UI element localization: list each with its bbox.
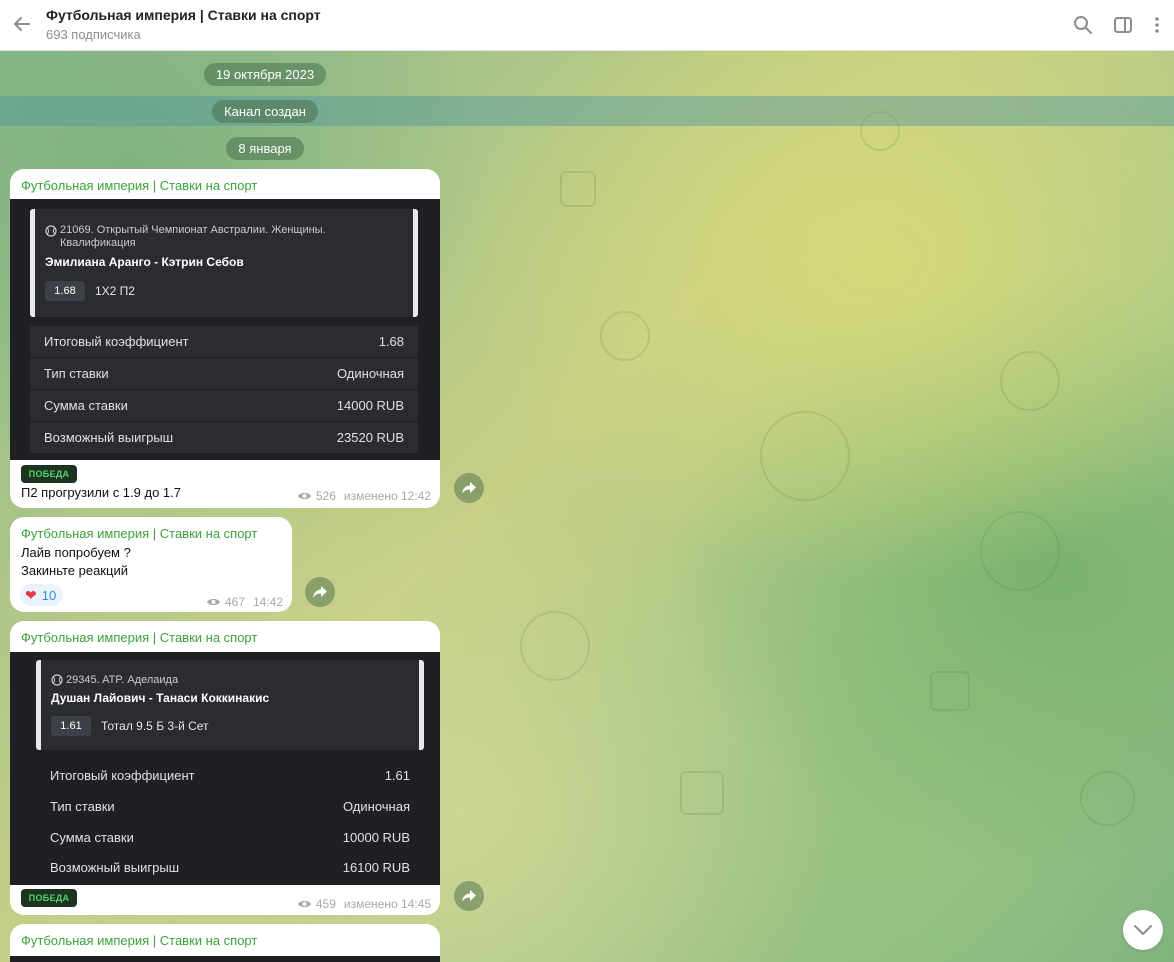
sidebar-toggle-button[interactable] bbox=[1110, 12, 1136, 38]
doodle-shape bbox=[930, 671, 970, 711]
eye-icon bbox=[297, 901, 311, 907]
message-time: изменено 14:45 bbox=[343, 897, 431, 911]
bet-card: 29345. ATP. Аделаида Душан Лайович - Тан… bbox=[36, 660, 424, 750]
reaction-count: 10 bbox=[41, 587, 57, 603]
summary-row: Тип ставки Одиночная bbox=[30, 358, 418, 389]
message-meta: 467 14:42 bbox=[206, 595, 283, 609]
message-author[interactable]: Футбольная империя | Ставки на спорт bbox=[21, 630, 257, 645]
doodle-shape bbox=[760, 411, 850, 501]
message-author[interactable]: Футбольная империя | Ставки на спорт bbox=[21, 526, 257, 541]
summary-row: Возможный выигрыш 16100 RUB bbox=[50, 860, 410, 875]
forward-button[interactable] bbox=[454, 473, 484, 503]
date-separator: 19 октября 2023 bbox=[0, 63, 530, 86]
scroll-down-button[interactable] bbox=[1123, 910, 1163, 950]
chat-header: Футбольная империя | Ставки на спорт 693… bbox=[0, 0, 1174, 51]
search-button[interactable] bbox=[1070, 12, 1096, 38]
message-text: Закиньте реакций bbox=[21, 563, 128, 578]
message-meta: 526 изменено 12:42 bbox=[297, 489, 431, 503]
message-bubble[interactable]: Футбольная империя | Ставки на спорт 210… bbox=[10, 169, 440, 508]
summary-row: Тип ставки Одиночная bbox=[50, 799, 410, 814]
tennis-ball-icon bbox=[45, 225, 57, 237]
service-message: Канал создан bbox=[0, 100, 530, 123]
bet-screenshot[interactable]: 29345. ATP. Аделаида Душан Лайович - Тан… bbox=[10, 652, 440, 885]
doodle-shape bbox=[1000, 351, 1060, 411]
summary-row: Итоговый коэффициент 1.68 bbox=[30, 326, 418, 357]
market-label: 1X2 П2 bbox=[95, 284, 135, 298]
eye-icon bbox=[297, 493, 311, 499]
message-meta: 459 изменено 14:45 bbox=[297, 897, 431, 911]
message-bubble[interactable]: Футбольная империя | Ставки на спорт 293… bbox=[10, 621, 440, 915]
summary-row: Возможный выигрыш 23520 RUB bbox=[30, 422, 418, 453]
summary-row: Сумма ставки 10000 RUB bbox=[50, 830, 410, 845]
message-text: П2 прогрузили с 1.9 до 1.7 bbox=[21, 485, 181, 500]
message-text: Лайв попробуем ? bbox=[21, 545, 131, 560]
league-name: 21069. Открытый Чемпионат Австралии. Жен… bbox=[60, 224, 326, 249]
forward-button[interactable] bbox=[305, 577, 335, 607]
message-author[interactable]: Футбольная империя | Ставки на спорт bbox=[21, 933, 257, 948]
doodle-shape bbox=[680, 771, 724, 815]
match-name: Эмилиана Аранго - Кэтрин Себов bbox=[45, 255, 244, 269]
market-label: Тотал 9.5 Б 3-й Сет bbox=[101, 719, 209, 733]
share-arrow-icon bbox=[462, 482, 476, 494]
heart-icon: ❤ bbox=[25, 586, 37, 603]
summary-row: Итоговый коэффициент 1.61 bbox=[50, 768, 410, 783]
share-arrow-icon bbox=[313, 586, 327, 598]
message-time: 14:42 bbox=[252, 595, 283, 609]
summary-row: Сумма ставки 14000 RUB bbox=[30, 390, 418, 421]
date-separator: 8 января bbox=[0, 137, 530, 160]
view-counter: 467 bbox=[206, 595, 245, 609]
odd-value: 1.61 bbox=[51, 716, 91, 736]
share-arrow-icon bbox=[462, 890, 476, 902]
doodle-shape bbox=[1080, 771, 1135, 826]
match-name: Душан Лайович - Танаси Коккинакис bbox=[51, 691, 270, 705]
tennis-ball-icon bbox=[51, 674, 63, 686]
win-badge: ПОБЕДА bbox=[21, 889, 77, 907]
doodle-shape bbox=[600, 311, 650, 361]
doodle-shape bbox=[560, 171, 596, 207]
doodle-shape bbox=[980, 511, 1060, 591]
doodle-shape bbox=[520, 611, 590, 681]
eye-icon bbox=[206, 599, 220, 605]
win-badge: ПОБЕДА bbox=[21, 465, 77, 483]
sidebar-toggle-icon bbox=[1114, 17, 1132, 33]
more-button[interactable] bbox=[1144, 12, 1170, 38]
more-vert-icon bbox=[1155, 17, 1159, 33]
bet-card: 21069. Открытый Чемпионат Австралии. Жен… bbox=[30, 209, 418, 317]
bet-screenshot[interactable]: 21069. Открытый Чемпионат Австралии. Жен… bbox=[10, 199, 440, 460]
chevron-down-icon bbox=[1134, 925, 1152, 935]
message-bubble[interactable]: Футбольная империя | Ставки на спорт Лай… bbox=[10, 517, 292, 612]
search-icon bbox=[1074, 16, 1092, 34]
message-author[interactable]: Футбольная империя | Ставки на спорт bbox=[21, 178, 257, 193]
bet-screenshot[interactable] bbox=[10, 956, 440, 962]
league-name: 29345. ATP. Аделаида bbox=[66, 674, 179, 686]
back-arrow-icon bbox=[14, 17, 30, 31]
subscriber-count: 693 подписчика bbox=[46, 27, 141, 42]
message-bubble[interactable]: Футбольная империя | Ставки на спорт bbox=[10, 924, 440, 962]
channel-title[interactable]: Футбольная империя | Ставки на спорт bbox=[46, 7, 321, 23]
reaction-heart[interactable]: ❤ 10 bbox=[20, 584, 64, 606]
odd-value: 1.68 bbox=[45, 281, 85, 301]
view-counter: 459 bbox=[297, 897, 336, 911]
forward-button[interactable] bbox=[454, 881, 484, 911]
chat-area[interactable]: 19 октября 2023 Канал создан 8 января Фу… bbox=[0, 51, 1174, 962]
message-time: изменено 12:42 bbox=[343, 489, 431, 503]
view-counter: 526 bbox=[297, 489, 336, 503]
back-button[interactable] bbox=[6, 8, 38, 40]
